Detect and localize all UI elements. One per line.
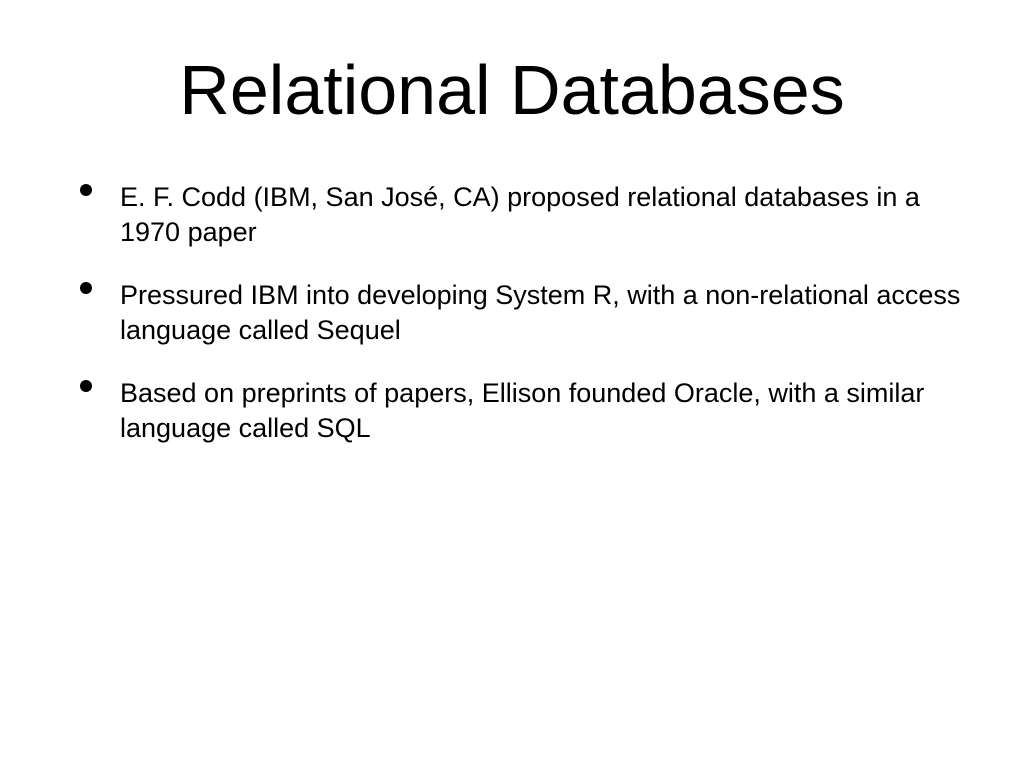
slide-container: Relational Databases E. F. Codd (IBM, Sa… [0,0,1024,768]
bullet-text: Based on preprints of papers, Ellison fo… [120,378,924,443]
bullet-icon [80,282,92,294]
list-item: Pressured IBM into developing System R, … [80,278,964,348]
slide-title: Relational Databases [60,50,964,130]
list-item: Based on preprints of papers, Ellison fo… [80,376,964,446]
list-item: E. F. Codd (IBM, San José, CA) proposed … [80,180,964,250]
bullet-text: Pressured IBM into developing System R, … [120,280,960,345]
bullet-list: E. F. Codd (IBM, San José, CA) proposed … [60,180,964,447]
bullet-text: E. F. Codd (IBM, San José, CA) proposed … [120,182,920,247]
bullet-icon [80,184,92,196]
bullet-icon [80,380,92,392]
